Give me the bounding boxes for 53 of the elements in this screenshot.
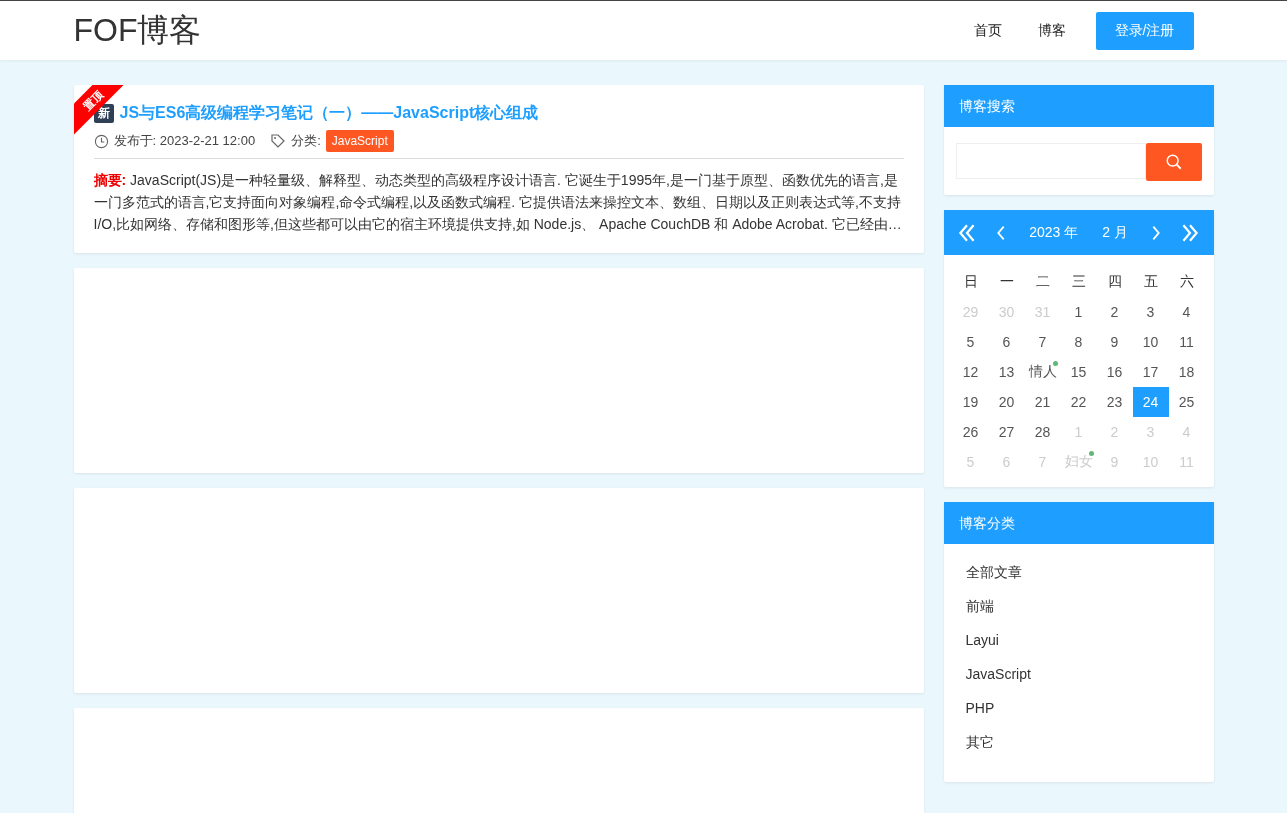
calendar-day[interactable]: 18	[1168, 357, 1205, 387]
calendar-day[interactable]: 4	[1168, 297, 1205, 327]
weekday-label: 一	[998, 272, 1015, 291]
weekday-label: 三	[1070, 272, 1087, 291]
category-link[interactable]: 前端	[965, 598, 994, 614]
category-link[interactable]: 其它	[965, 734, 994, 750]
calendar-day[interactable]: 27	[988, 417, 1025, 447]
calendar-day[interactable]: 16	[1096, 357, 1133, 387]
weekday-label: 五	[1142, 272, 1159, 291]
calendar-day[interactable]: 15	[1060, 357, 1097, 387]
calendar-day[interactable]: 19	[952, 387, 989, 417]
post-summary: 摘要: JavaScript(JS)是一种轻量级、解释型、动态类型的高级程序设计语言. 它诞生于1995年,是一门基于原型、函数优先的语言,是一门多范式的语言,它支持面向对象编程,命令式编程,以及函数式编程. 它提供语法来操控文本、数组、日期以及正则表达式等,不支持I/O,比如网络、存储和图形等,但这些都可以由它的宿主环境提供支持,如 Node.js、 Apache CouchDB 和 Adobe Acrobat. 它已经由…	[93, 171, 903, 234]
calendar-day[interactable]: 10	[1132, 327, 1169, 357]
category-label: 分类:	[291, 132, 321, 150]
nav-link[interactable]: 首页	[955, 21, 1020, 40]
weekday-label: 日	[962, 272, 979, 291]
calendar-day[interactable]: 1	[1060, 297, 1097, 327]
category-link[interactable]: JavaScript	[965, 666, 1031, 682]
weekday-label: 六	[1178, 272, 1195, 291]
calendar-day[interactable]: 7	[1024, 327, 1061, 357]
calendar-day[interactable]: 9	[1096, 327, 1133, 357]
search-field[interactable]	[955, 143, 1146, 179]
calendar-day[interactable]: 17	[1132, 357, 1169, 387]
calendar-day[interactable]: 情人	[1024, 357, 1061, 387]
weekday-label: 四	[1106, 272, 1123, 291]
calendar-day[interactable]: 2	[1096, 297, 1133, 327]
search-icon	[1164, 153, 1183, 171]
calendar-day[interactable]: 12	[952, 357, 989, 387]
publish-date: 发布于: 2023-2-21 12:00	[113, 132, 256, 150]
tag-icon	[270, 133, 287, 149]
category-link[interactable]: PHP	[965, 700, 995, 716]
calendar-day[interactable]: 5	[952, 327, 989, 357]
calendar-day[interactable]: 8	[1060, 327, 1097, 357]
calendar-day[interactable]: 6	[988, 327, 1025, 357]
calendar-day[interactable]: 13	[988, 357, 1025, 387]
calendar-day[interactable]: 22	[1060, 387, 1097, 417]
calendar-day[interactable]: 26	[952, 417, 989, 447]
category-link[interactable]: Layui	[965, 632, 999, 648]
calendar-day[interactable]: 21	[1024, 387, 1061, 417]
panel-title: 博客搜索	[943, 85, 1214, 127]
calendar-day[interactable]: 20	[988, 387, 1025, 417]
weekday-label: 二	[1034, 272, 1051, 291]
panel-title: 博客分类	[943, 502, 1214, 544]
nav-link[interactable]: 博客	[1019, 21, 1084, 40]
category-link[interactable]: 全部文章	[965, 564, 1022, 580]
search-button[interactable]	[1145, 143, 1202, 181]
calendar-day[interactable]: 3	[1132, 297, 1169, 327]
calendar-day[interactable]: 23	[1096, 387, 1133, 417]
calendar-day[interactable]: 11	[1168, 327, 1205, 357]
clock-icon	[93, 133, 109, 149]
calendar-day[interactable]: 25	[1168, 387, 1205, 417]
calendar-day[interactable]: 28	[1024, 417, 1061, 447]
site-logo[interactable]: FOF博客	[73, 8, 202, 53]
